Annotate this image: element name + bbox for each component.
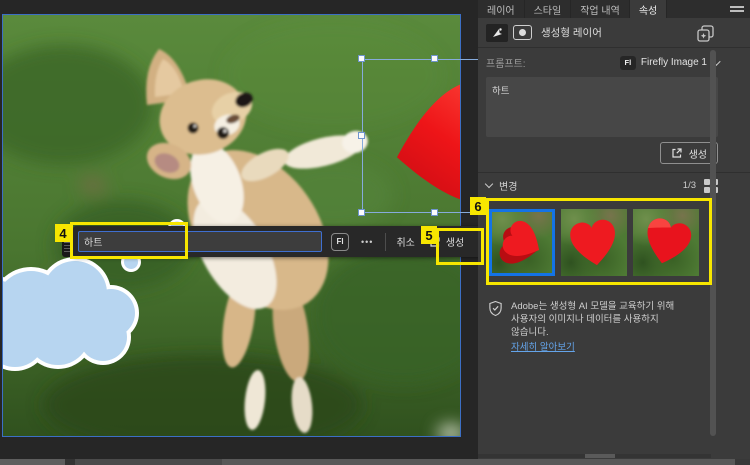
variations-label[interactable]: 변경 [499, 178, 517, 193]
window-bottom-bar [0, 459, 750, 465]
layer-properties-icon[interactable] [696, 24, 716, 42]
model-name: Firefly Image 1 [640, 57, 707, 68]
tab-properties[interactable]: 속성 [629, 0, 668, 18]
panel-horizontal-scrollbar[interactable] [478, 454, 711, 458]
ai-disclaimer: Adobe는 생성형 AI 모델을 교육하기 위해 사용자의 이미지나 데이터를… [488, 300, 718, 354]
panel-prompt-textarea[interactable]: 하트 [486, 77, 718, 137]
learn-more-link[interactable]: 자세히 알아보기 [511, 341, 575, 354]
bottom-bar-segment [65, 459, 75, 465]
annotation-box-4 [70, 222, 188, 259]
annotation-badge-5: 5 [421, 226, 437, 244]
prompt-label: 프롬프트: [486, 59, 526, 70]
more-options-icon[interactable]: ••• [361, 237, 373, 247]
cancel-button[interactable]: 취소 [396, 234, 414, 249]
firefly-model-icon: Fl [619, 55, 636, 70]
tab-styles[interactable]: 스타일 [525, 0, 572, 18]
disclaimer-line: 않습니다. [511, 327, 549, 338]
generative-pin-icon[interactable] [486, 23, 508, 42]
variations-counter: 1/3 [682, 180, 696, 191]
shield-check-icon [489, 300, 502, 317]
disclaimer-line: 사용자의 이미지나 데이터를 사용하지 [511, 314, 659, 325]
annotation-badge-4: 4 [55, 224, 71, 242]
annotation-badge-6: 6 [470, 197, 486, 215]
panel-tab-bar: 레이어 스타일 작업 내역 속성 [478, 0, 750, 18]
transform-selection-box[interactable] [362, 59, 488, 213]
layer-mask-icon[interactable] [513, 25, 532, 40]
transform-handle-top-mid[interactable] [431, 55, 438, 62]
taskbar-divider [385, 232, 387, 251]
disclaimer-line: Adobe는 생성형 AI 모델을 교육하기 위해 [511, 301, 675, 312]
transform-handle-bottom-left[interactable] [358, 209, 365, 216]
bottom-bar-segment [0, 459, 65, 465]
annotation-box-6 [486, 198, 712, 285]
transform-handle-top-left[interactable] [358, 55, 365, 62]
photoshop-app: Fl ••• 취소 생성 레이어 스타일 작업 내역 속성 [0, 0, 750, 465]
firefly-logo-icon: Fl [331, 232, 349, 251]
bottom-bar-segment[interactable] [222, 459, 735, 465]
tab-layers[interactable]: 레이어 [478, 0, 525, 18]
tab-history[interactable]: 작업 내역 [571, 0, 630, 18]
collapse-chevron-icon[interactable] [484, 179, 494, 189]
layer-type-title: 생성형 레이어 [541, 27, 602, 39]
bottom-bar-segment [735, 459, 750, 465]
model-selector[interactable]: Fl Firefly Image 1 [619, 55, 721, 70]
transform-handle-bottom-mid[interactable] [431, 209, 438, 216]
variations-row: 변경 1/3 [484, 178, 718, 193]
generate-export-icon [671, 148, 682, 158]
panel-menu-icon[interactable] [730, 4, 744, 14]
prompt-row: 프롬프트: Fl Firefly Image 1 [486, 55, 721, 70]
transform-handle-mid-left[interactable] [358, 132, 365, 139]
annotation-box-5 [436, 228, 484, 265]
